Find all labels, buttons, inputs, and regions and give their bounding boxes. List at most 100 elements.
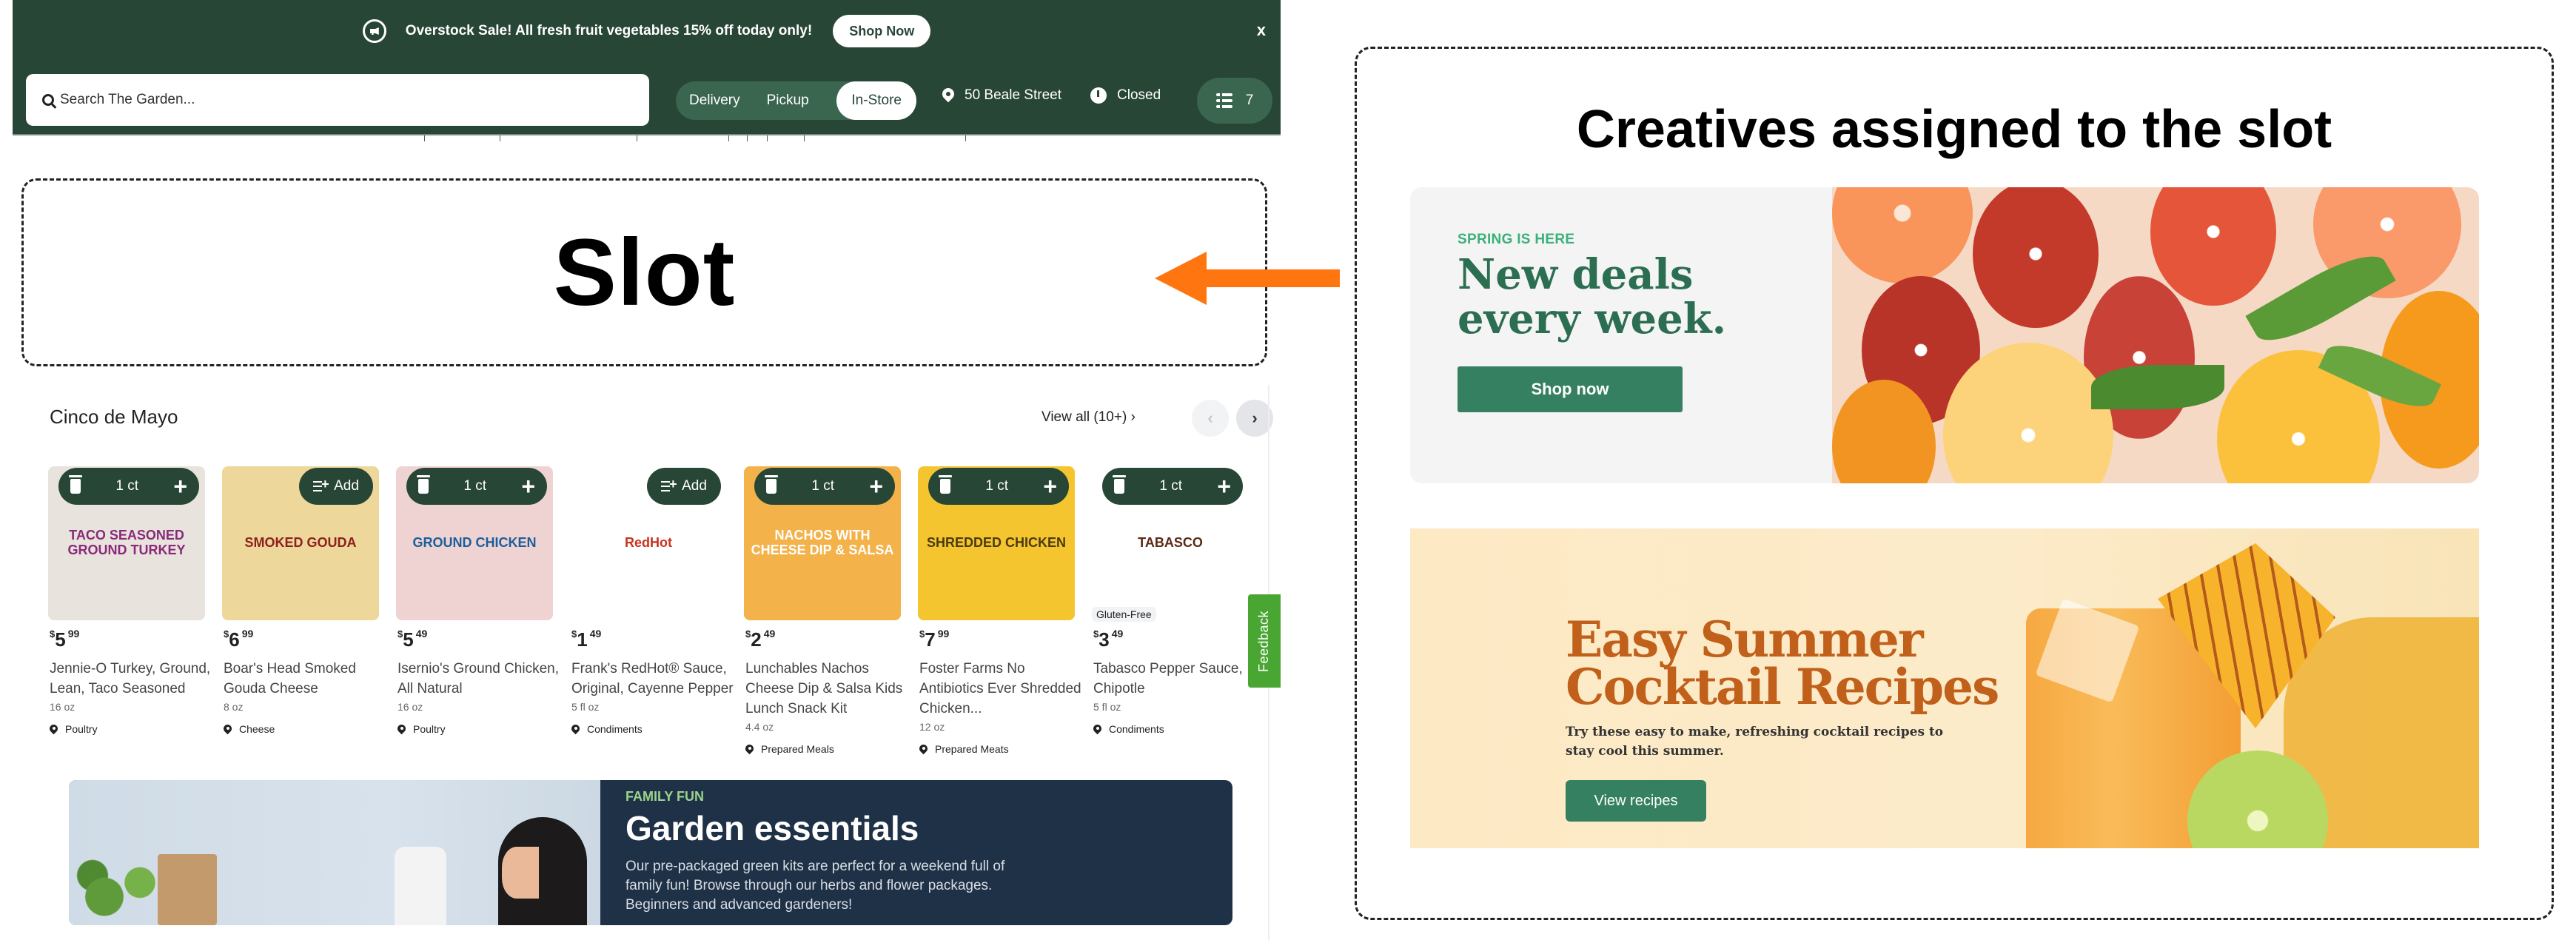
product-card[interactable]: RedHot Add $149 Frank's RedHot® Sauce, Orig…	[570, 459, 734, 770]
product-name[interactable]: Foster Farms No Antibiotics Ever Shredde…	[919, 659, 1082, 719]
trash-icon[interactable]	[1113, 475, 1126, 494]
megaphone-icon	[362, 19, 386, 43]
banner-kicker: FAMILY FUN	[625, 789, 705, 804]
search-placeholder: Search The Garden...	[60, 92, 195, 107]
product-size: 16 oz	[398, 701, 423, 713]
quantity-value: 1 ct	[985, 478, 1008, 494]
mode-pickup[interactable]: Pickup	[754, 81, 822, 120]
trash-icon[interactable]	[765, 475, 778, 494]
trash-icon[interactable]	[69, 475, 82, 494]
product-card[interactable]: SHREDDED CHICKEN 1 ct + $7 99 Foster Farms No…	[918, 459, 1081, 770]
view-all-link[interactable]: View all (10+) ›	[1042, 409, 1136, 426]
add-to-list-icon	[661, 477, 677, 492]
creative-shop-now-button[interactable]: Shop now	[1458, 366, 1683, 412]
aisle-label: Poultry	[65, 723, 98, 735]
cart-count: 7	[1245, 93, 1254, 108]
product-card[interactable]: TACO SEASONED GROUND TURKEY 1 ct + $5 99 Jenn…	[48, 459, 211, 770]
product-aisle: Poultry	[398, 719, 560, 739]
product-name[interactable]: Boar's Head Smoked Gouda Cheese	[224, 659, 386, 699]
aisle-label: Cheese	[239, 723, 275, 735]
trash-icon[interactable]	[939, 475, 952, 494]
product-card[interactable]: NACHOS WITH CHEESE DIP & SALSA 1 ct + $2 49 L…	[744, 459, 907, 770]
composite-view: Overstock Sale! All fresh fruit vegetabl…	[0, 0, 2576, 940]
quantity-stepper[interactable]: 1 ct +	[1102, 468, 1243, 505]
price-cents: 49	[589, 628, 602, 639]
quantity-stepper[interactable]: 1 ct +	[58, 468, 199, 505]
aisle-label: Condiments	[587, 723, 643, 735]
mode-in-store[interactable]: In-Store	[836, 81, 916, 120]
product-aisle: Prepared Meats	[919, 739, 1082, 759]
product-size: 4.4 oz	[745, 721, 774, 733]
add-to-list-button[interactable]: Add	[647, 468, 721, 505]
store-hours[interactable]: Closed	[1090, 87, 1161, 104]
quantity-stepper[interactable]: 1 ct +	[406, 468, 547, 505]
creative-summer-cocktails[interactable]: Easy Summer Cocktail Recipes Try these e…	[1410, 528, 2479, 848]
product-image-label: TABASCO	[1138, 535, 1203, 551]
divider-tick	[424, 135, 425, 141]
price-cents: 49	[1111, 628, 1124, 639]
product-card[interactable]: TABASCO 1 ct + Gluten-Free $3 49 Tabasco Peppe…	[1092, 459, 1255, 770]
aisle-label: Condiments	[1109, 723, 1164, 735]
plus-icon[interactable]: +	[1043, 474, 1057, 498]
price-dollars: 2	[751, 628, 762, 651]
quantity-stepper[interactable]: 1 ct +	[754, 468, 895, 505]
product-name[interactable]: Tabasco Pepper Sauce, Chipotle	[1093, 659, 1256, 699]
divider-tick	[747, 135, 748, 141]
location-pin-icon	[50, 725, 58, 735]
creative-spring-deals[interactable]: SPRING IS HERE New deals every week. Sho…	[1410, 187, 2479, 483]
search-icon	[42, 94, 54, 106]
trash-icon[interactable]	[417, 475, 430, 494]
plus-icon[interactable]: +	[173, 474, 187, 498]
product-card[interactable]: SMOKED GOUDA Add $699 Boar's Head Smoked Go…	[222, 459, 385, 770]
price-cents: 99	[241, 628, 254, 639]
add-to-list-button[interactable]: Add	[299, 468, 373, 505]
product-price: $5 99	[50, 628, 80, 651]
product-card[interactable]: GROUND CHICKEN 1 ct + $5 49 Isernio's Ground …	[396, 459, 559, 770]
cart-button[interactable]: 7	[1197, 78, 1272, 124]
feedback-tab[interactable]: Feedback	[1248, 594, 1281, 688]
view-all-label: View all (10+)	[1042, 409, 1127, 425]
product-info: Frank's RedHot® Sauce, Original, Cayenne…	[571, 659, 734, 739]
quantity-value: 1 ct	[115, 478, 138, 494]
quantity-value: 1 ct	[463, 478, 486, 494]
slot-label: Slot	[553, 219, 736, 326]
location-pin-icon	[571, 725, 580, 735]
plus-icon[interactable]: +	[1217, 474, 1231, 498]
product-info: Foster Farms No Antibiotics Ever Shredde…	[919, 659, 1082, 759]
creative-description: Try these easy to make, refreshing cockt…	[1566, 725, 1944, 759]
location-pin-icon	[745, 745, 754, 755]
divider-tick	[804, 135, 805, 141]
product-size: 5 fl oz	[1093, 701, 1121, 713]
product-name[interactable]: Isernio's Ground Chicken, All Natural	[398, 659, 560, 699]
carousel-prev-button[interactable]: ‹	[1192, 400, 1229, 437]
product-name[interactable]: Jennie-O Turkey, Ground, Lean, Taco Seas…	[50, 659, 212, 699]
price-dollars: 1	[577, 628, 588, 651]
price-cents: 49	[763, 628, 776, 639]
product-price: $1 49	[571, 628, 602, 651]
fulfillment-mode-toggle: Delivery Pickup In-Store	[676, 81, 916, 120]
close-icon[interactable]: x	[1257, 21, 1266, 40]
quantity-stepper[interactable]: 1 ct +	[928, 468, 1069, 505]
announcement-shop-now-button[interactable]: Shop Now	[833, 15, 931, 47]
product-carousel: TACO SEASONED GROUND TURKEY 1 ct + $5 99 Jenn…	[48, 459, 1262, 770]
plus-icon[interactable]: +	[521, 474, 535, 498]
divider-tick	[767, 135, 768, 141]
product-aisle: Cheese	[224, 719, 386, 739]
product-name[interactable]: Frank's RedHot® Sauce, Original, Cayenne…	[571, 659, 734, 699]
announcement-text: Overstock Sale! All fresh fruit vegetabl…	[405, 23, 813, 38]
mode-delivery[interactable]: Delivery	[676, 81, 754, 120]
product-size: 16 oz	[50, 701, 76, 713]
search-input[interactable]: Search The Garden...	[26, 74, 649, 126]
price-cents: 49	[415, 628, 428, 639]
ad-slot-placeholder: Slot	[21, 178, 1267, 366]
creative-view-recipes-button[interactable]: View recipes	[1566, 780, 1706, 822]
plus-icon[interactable]: +	[869, 474, 883, 498]
product-aisle: Poultry	[50, 719, 212, 739]
product-price: $3 49	[1093, 628, 1124, 651]
aisle-label: Prepared Meats	[935, 743, 1009, 755]
store-location[interactable]: 50 Beale Street	[942, 87, 1061, 104]
location-pin-icon	[942, 88, 954, 103]
garden-essentials-banner[interactable]: FAMILY FUN Garden essentials Our pre-pac…	[69, 780, 1232, 925]
product-name[interactable]: Lunchables Nachos Cheese Dip & Salsa Kid…	[745, 659, 908, 719]
divider-tick	[965, 135, 966, 141]
